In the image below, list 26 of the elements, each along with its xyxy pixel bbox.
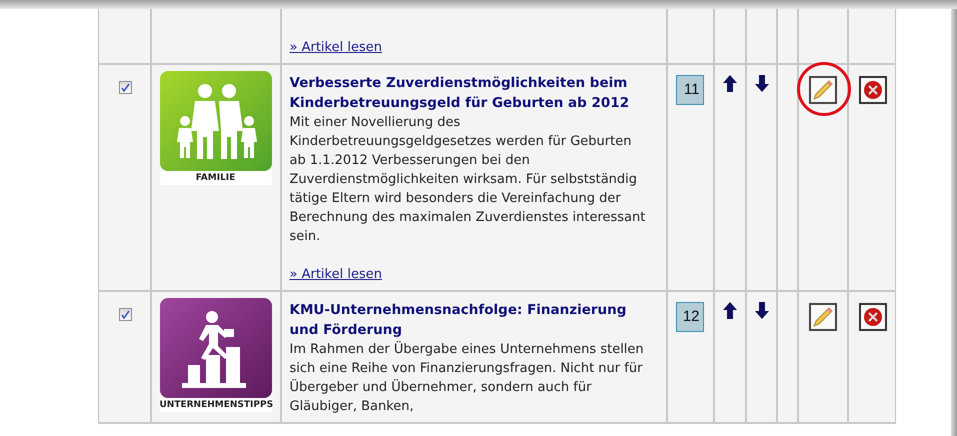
position-field[interactable]: 12 [676, 302, 704, 332]
arrow-down-icon[interactable] [754, 75, 768, 92]
delete-icon [862, 80, 882, 100]
article-title: KMU-Unternehmensnachfolge: Finanzierung und Förderung [290, 301, 628, 340]
article-description: Mit einer Novellierung des Kinderbetreuungsgeldgesetzes werden für Geburten ab 1.1.2012 Verbesserungen bei den Zuverdienstmöglichkeiten wirksam. Für selbstständig tätige Eltern wird besonders die Vereinfachung der Berechnung des maximalen Zuverdienstes interessant sein. [290, 114, 646, 246]
edit-button[interactable] [808, 303, 836, 331]
arrow-up-icon[interactable] [722, 302, 736, 319]
article-title: Verbesserte Zuverdienstmöglichkeiten beim Kinderbetreuungsgeld für Geburten ab 2012 [290, 74, 630, 113]
delete-icon [862, 307, 882, 327]
delete-button[interactable] [858, 76, 886, 104]
read-article-link[interactable]: » Artikel lesen [290, 38, 382, 57]
pencil-icon [812, 79, 834, 101]
edit-button[interactable] [808, 76, 836, 104]
category-caption: FAMILIE [160, 171, 272, 185]
read-article-link[interactable]: » Artikel lesen [290, 265, 382, 284]
arrow-down-icon[interactable] [754, 302, 768, 319]
delete-button[interactable] [858, 303, 886, 331]
category-caption: UNTERNEHMENSTIPPS [160, 398, 272, 412]
position-field[interactable]: 11 [676, 75, 704, 105]
article-description: Im Rahmen der Übergabe eines Unternehmens stellen sich eine Reihe von Finanzierungsfragen. Nicht nur für Übergeber und Übernehmer, sondern auch für Gläubiger, Banken, [290, 340, 645, 416]
pencil-icon [812, 306, 834, 328]
row-checkbox[interactable] [119, 81, 132, 94]
checkmark-icon [121, 310, 130, 319]
arrow-up-icon[interactable] [722, 75, 736, 92]
row-checkbox[interactable] [119, 308, 132, 321]
checkmark-icon [121, 83, 130, 92]
